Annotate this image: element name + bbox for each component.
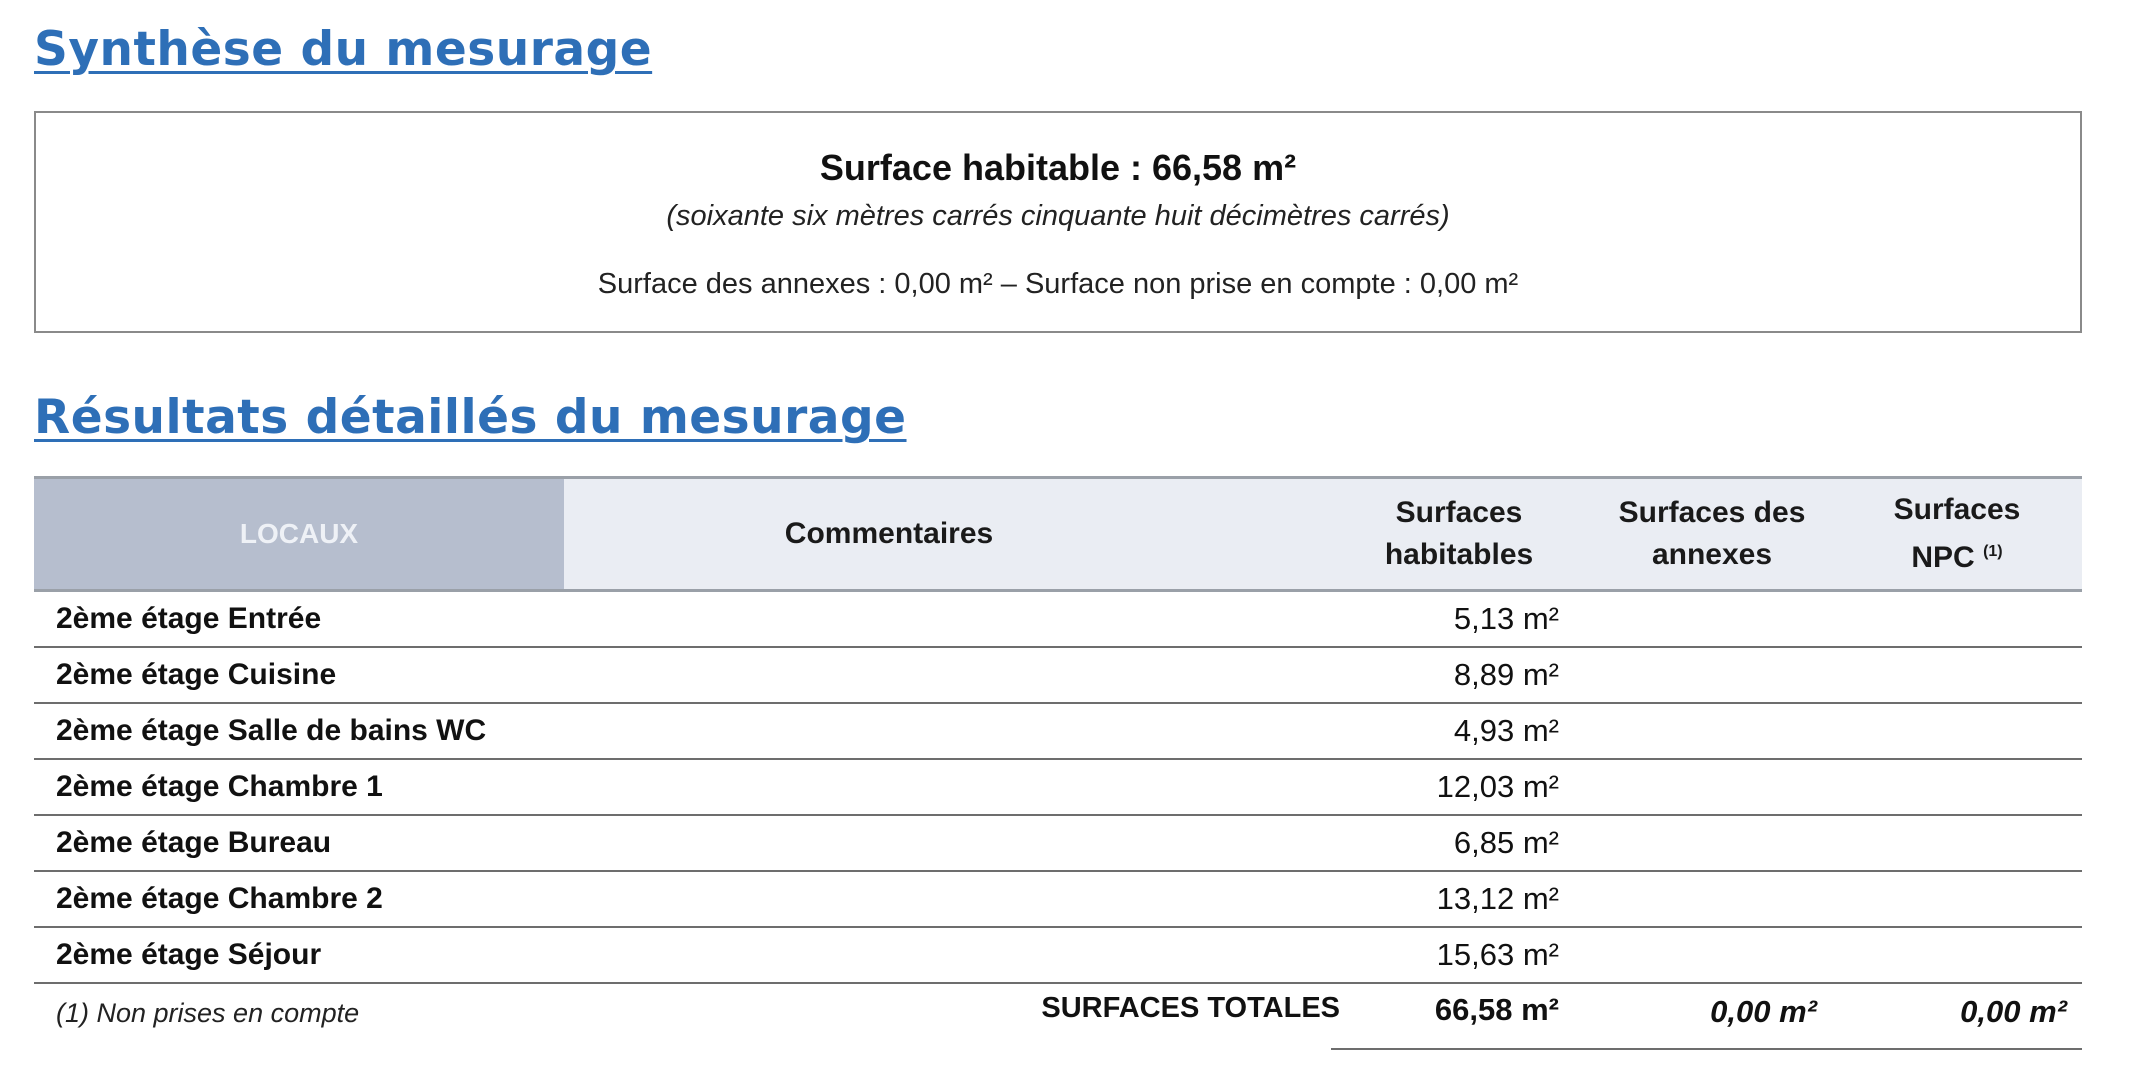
surface-annexes-line: Surface des annexes : 0,00 m² – Surface …: [597, 268, 1519, 300]
footnote-npc: (1) Non prises en compte: [56, 998, 360, 1028]
row-local-name: 2ème étage Cuisine: [56, 658, 337, 691]
row-surface-habitable: 13,12 m²: [1436, 881, 1559, 916]
row-local-name: 2ème étage Bureau: [56, 826, 332, 859]
section-title-resultats: Résultats détaillés du mesurage: [34, 390, 907, 445]
total-surfaces-npc: 0,00 m²: [1960, 994, 2067, 1029]
table-row: 2ème étage Salle de bains WC 4,93 m²: [34, 704, 2082, 760]
table-header: LOCAUX Commentaires Surfaces habitables S…: [34, 476, 2082, 592]
row-surface-habitable: 12,03 m²: [1436, 769, 1559, 804]
results-table: LOCAUX Commentaires Surfaces habitables S…: [34, 476, 2082, 1050]
row-local-name: 2ème étage Entrée: [56, 602, 322, 635]
surface-in-words: (soixante six mètres carrés cinquante hu…: [666, 200, 1450, 232]
header-surfaces-habitables: Surfaces habitables: [1384, 496, 1534, 571]
section-title-synthese: Synthèse du mesurage: [34, 22, 653, 77]
total-surfaces-habitables: 66,58 m²: [1434, 992, 1559, 1027]
table-row: 2ème étage Entrée 5,13 m²: [34, 592, 2082, 648]
summary-box: Surface habitable : 66,58 m² (soixante s…: [34, 111, 2082, 333]
table-row: 2ème étage Chambre 2 13,12 m²: [34, 872, 2082, 928]
table-row: 2ème étage Cuisine 8,89 m²: [34, 648, 2082, 704]
header-surfaces-annexes: Surfaces des annexes: [1618, 496, 1806, 571]
header-commentaires: Commentaires: [784, 517, 994, 550]
row-surface-habitable: 15,63 m²: [1436, 937, 1559, 972]
row-surface-habitable: 5,13 m²: [1453, 601, 1559, 636]
row-local-name: 2ème étage Chambre 2: [56, 882, 383, 915]
row-local-name: 2ème étage Salle de bains WC: [56, 714, 487, 747]
table-row: 2ème étage Bureau 6,85 m²: [34, 816, 2082, 872]
row-local-name: 2ème étage Séjour: [56, 938, 322, 971]
total-surfaces-annexes: 0,00 m²: [1710, 994, 1817, 1029]
row-surface-habitable: 6,85 m²: [1453, 825, 1559, 860]
row-surface-habitable: 4,93 m²: [1453, 713, 1559, 748]
header-locaux: LOCAUX: [34, 479, 564, 589]
surface-habitable-total: Surface habitable : 66,58 m²: [819, 147, 1297, 188]
totals-underline: [1331, 1048, 2082, 1050]
totals-label: SURFACES TOTALES: [1041, 992, 1340, 1024]
table-row: 2ème étage Séjour 15,63 m²: [34, 928, 2082, 984]
header-surfaces-npc: Surfaces NPC (1): [1893, 493, 2021, 574]
row-local-name: 2ème étage Chambre 1: [56, 770, 383, 803]
table-footer: (1) Non prises en compte SURFACES TOTALE…: [34, 984, 2082, 1050]
row-surface-habitable: 8,89 m²: [1453, 657, 1559, 692]
table-row: 2ème étage Chambre 1 12,03 m²: [34, 760, 2082, 816]
